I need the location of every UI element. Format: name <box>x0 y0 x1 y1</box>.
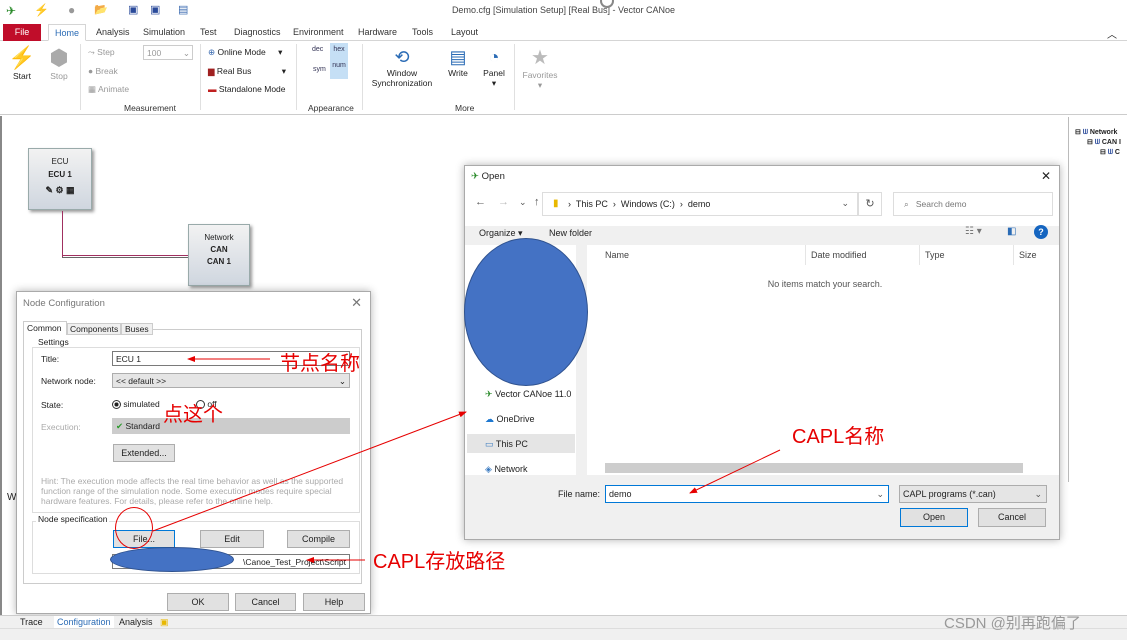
annotation-node-name: 节点名称 <box>280 353 360 375</box>
annotation-capl-name: CAPL名称 <box>792 426 885 448</box>
annotation-capl-path: CAPL存放路径 <box>373 551 506 573</box>
watermark: CSDN @别再跑偏了 <box>944 615 1081 632</box>
arrow-capl-name <box>689 449 781 494</box>
annotation-click-this: 点这个 <box>163 404 223 426</box>
annotation-arrows <box>152 356 781 563</box>
arrow-file-to-open <box>152 411 467 532</box>
